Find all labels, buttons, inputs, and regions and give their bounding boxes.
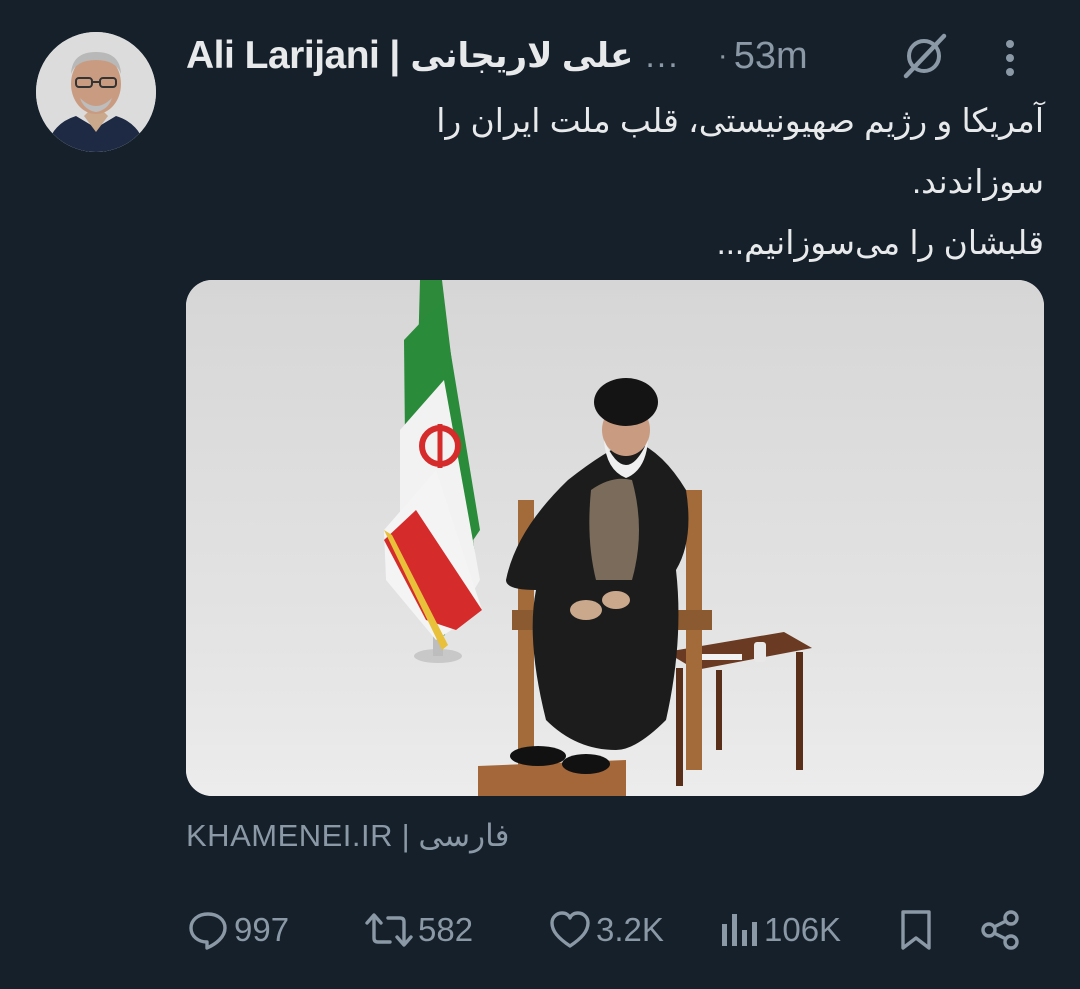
heart-icon <box>550 911 590 948</box>
bookmark-icon <box>901 910 931 950</box>
views-count: 106K <box>764 911 842 948</box>
tweet-actions: 997 582 3.2K 106K <box>186 900 1046 960</box>
header-dot: · <box>717 39 728 72</box>
avatar-image <box>36 32 156 152</box>
grok-icon[interactable] <box>898 30 950 82</box>
link-language: فارسی <box>418 818 510 853</box>
author-name-truncation: ... <box>645 36 680 75</box>
more-vertical-icon[interactable] <box>1004 38 1016 78</box>
views-button[interactable]: 106K <box>718 900 841 960</box>
tweet-text: آمریکا و رژیم صهیونیستی، قلب ملت ایران ر… <box>186 90 1044 273</box>
link-domain: KHAMENEI.IR <box>186 818 394 853</box>
views-icon <box>722 914 757 946</box>
tweet-text-line: آمریکا و رژیم صهیونیستی، قلب ملت ایران ر… <box>436 102 1044 139</box>
link-source[interactable]: KHAMENEI.IR | فارسی <box>186 818 509 854</box>
author-name-persian[interactable]: علی لاریجانی <box>410 36 633 76</box>
bookmark-button[interactable] <box>896 900 936 960</box>
reply-icon <box>189 912 227 950</box>
avatar[interactable] <box>36 32 156 152</box>
repost-count: 582 <box>418 911 474 948</box>
share-icon <box>981 910 1019 950</box>
tweet-media-image[interactable] <box>186 280 1044 796</box>
like-count: 3.2K <box>596 911 664 948</box>
author-name-latin[interactable]: Ali Larijani <box>186 34 380 78</box>
media-photo <box>186 280 1044 796</box>
timestamp[interactable]: 53m <box>734 35 808 78</box>
repost-icon <box>365 913 413 947</box>
tweet[interactable]: Ali Larijani | علی لاریجانی ... · 53m آم… <box>0 0 1080 989</box>
tweet-text-line: سوزاندند. <box>912 163 1044 200</box>
author-name-separator: | <box>389 34 401 77</box>
share-button[interactable] <box>978 900 1022 960</box>
reply-button[interactable]: 997 <box>186 900 289 960</box>
reply-count: 997 <box>234 911 290 948</box>
like-button[interactable]: 3.2K <box>548 900 664 960</box>
tweet-text-line: قلبشان را می‌سوزانیم... <box>716 224 1044 261</box>
repost-button[interactable]: 582 <box>364 900 473 960</box>
tweet-header: Ali Larijani | علی لاریجانی ... · 53m <box>186 28 1046 84</box>
link-separator: | <box>401 818 410 853</box>
